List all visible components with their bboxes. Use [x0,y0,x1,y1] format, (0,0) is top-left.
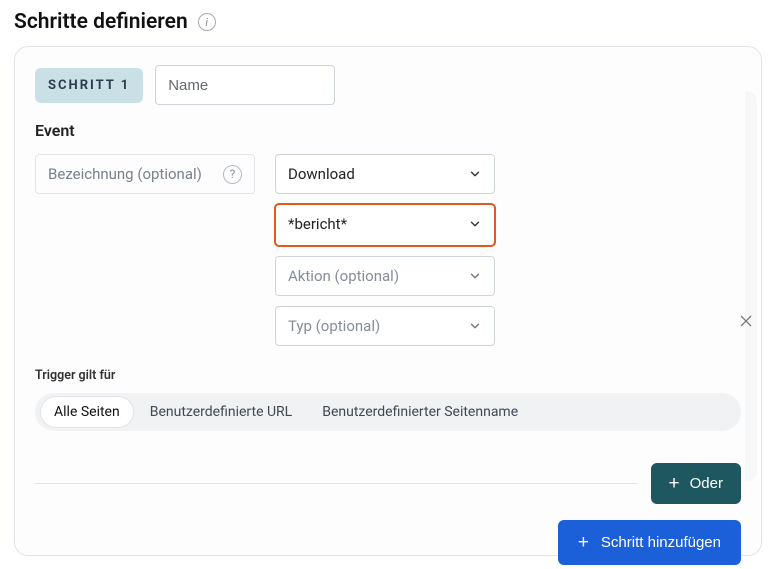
event-action-placeholder: Aktion (optional) [288,267,399,285]
trigger-option-custom-url[interactable]: Benutzerdefinierte URL [137,397,306,427]
add-step-button-label: Schritt hinzufügen [601,534,721,551]
trigger-option-custom-pagename[interactable]: Benutzerdefinierter Seitenname [309,397,531,427]
info-icon[interactable]: i [198,13,216,31]
chevron-down-icon [468,167,482,181]
trigger-option-all-pages[interactable]: Alle Seiten [41,397,133,427]
event-category-value: Download [288,165,355,183]
steps-card: SCHRITT 1 Event Bezeichnung (optional) ?… [14,46,762,556]
or-divider-row: + Oder [35,463,741,504]
event-name-value: *bericht* [288,215,347,233]
trigger-label: Trigger gilt für [35,368,741,383]
event-action-row: Aktion (optional) [35,256,741,296]
add-step-button[interactable]: + Schritt hinzufügen [558,520,741,565]
event-type-select[interactable]: Typ (optional) [275,306,495,346]
event-section-label: Event [35,121,741,140]
event-type-row: Typ (optional) [35,306,741,346]
help-icon[interactable]: ? [223,165,242,184]
event-name-select[interactable]: *bericht* [275,204,495,246]
trigger-scope-segmented: Alle Seiten Benutzerdefinierte URL Benut… [35,393,741,431]
event-category-select[interactable]: Download [275,154,495,194]
or-button[interactable]: + Oder [651,463,741,504]
page-header: Schritte definieren i [14,10,766,34]
event-label-row: Bezeichnung (optional) ? Download [35,154,741,194]
event-label-input[interactable]: Bezeichnung (optional) ? [35,154,255,194]
chevron-down-icon [468,217,482,231]
page-title: Schritte definieren [14,10,188,34]
chevron-down-icon [468,319,482,333]
event-name-row: *bericht* [35,204,741,246]
event-action-select[interactable]: Aktion (optional) [275,256,495,296]
or-button-label: Oder [690,475,723,492]
remove-condition-button[interactable] [734,309,758,333]
scroll-channel [745,91,757,481]
divider-line [35,483,637,484]
step-name-input[interactable] [155,65,335,105]
step-header-row: SCHRITT 1 [35,65,741,105]
chevron-down-icon [468,269,482,283]
event-label-placeholder: Bezeichnung (optional) [48,165,202,183]
step-badge: SCHRITT 1 [35,68,143,103]
card-footer: + Schritt hinzufügen [35,520,741,565]
event-type-placeholder: Typ (optional) [288,317,380,335]
